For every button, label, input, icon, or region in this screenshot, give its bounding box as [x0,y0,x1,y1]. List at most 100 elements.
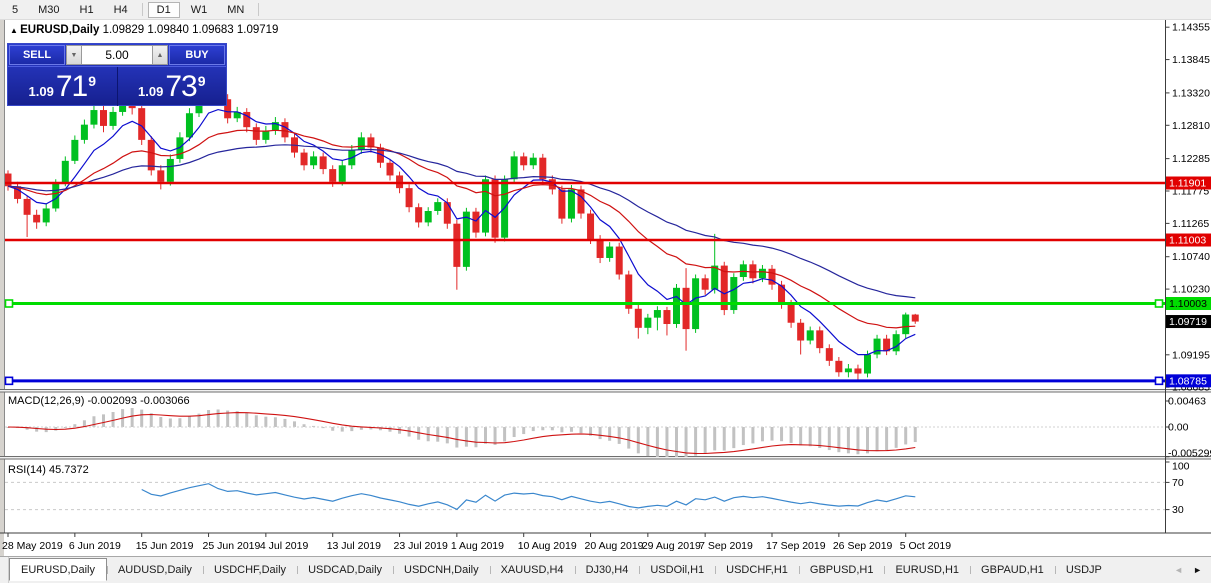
hline-handle[interactable] [6,300,13,307]
candle-body [310,156,317,165]
candle-body [587,214,594,239]
buy-price-pips: 73 [165,70,196,104]
date-tick-label: 15 Jun 2019 [136,540,194,552]
macd-bar [694,427,697,456]
tab-scroll-controls: ◄ ► [1169,565,1211,575]
toolbar-separator [142,3,143,16]
tab-gbpaud-h1[interactable]: GBPAUD,H1 [970,560,1055,580]
date-tick-label: 1 Aug 2019 [451,540,504,552]
macd-bar [704,427,707,454]
macd-bar [159,417,162,427]
macd-bar [92,416,95,427]
macd-bar [245,413,248,427]
price-tick-label: 1.12285 [1172,153,1210,165]
tab-usdjpy[interactable]: USDJP [1055,560,1113,580]
candle-body [110,112,117,126]
macd-bar [837,427,840,452]
candle-body [835,361,842,372]
candle-body [157,170,164,181]
candle-body [453,224,460,267]
buy-price-display[interactable]: 1.09 73 9 [117,67,227,106]
price-tick-label: 1.13320 [1172,87,1210,99]
tab-bar-grip [0,557,9,583]
timeframe-button-m30[interactable]: M30 [29,2,68,18]
candle-body [759,269,766,279]
candle-body [320,156,327,169]
volume-increase-button[interactable]: ▲ [152,45,168,65]
sell-price-pips: 71 [56,70,87,104]
tab-usdcnh-daily[interactable]: USDCNH,Daily [393,560,490,580]
macd-bar [465,427,468,447]
tab-eurusd-h1[interactable]: EURUSD,H1 [884,560,970,580]
trading-terminal: 5 M30 H1 H4 D1 W1 MN MACD(12,26,9) -0.00… [0,0,1211,583]
candle-body [415,207,422,222]
hline-handle[interactable] [6,377,13,384]
candle-body [807,330,814,340]
macd-bar [474,427,477,447]
timeframe-button-h4[interactable]: H4 [105,2,137,18]
sell-button[interactable]: SELL [9,45,65,65]
rsi-tick-label: 70 [1172,477,1184,489]
macd-bar [780,427,783,441]
timeframe-button-mn[interactable]: MN [218,2,253,18]
macd-bar [169,418,172,427]
date-tick-label: 17 Sep 2019 [766,540,826,552]
hline-handle[interactable] [1156,377,1163,384]
volume-decrease-button[interactable]: ▼ [66,45,82,65]
candle-body [387,163,394,176]
candle-body [530,158,537,166]
candle-body [673,288,680,324]
tab-usdoil-h1[interactable]: USDOil,H1 [639,560,715,580]
tab-scroll-right-icon[interactable]: ► [1188,565,1207,575]
macd-bar [866,427,869,453]
macd-bar [150,413,153,427]
candle-body [711,266,718,290]
timeframe-button-m5[interactable]: 5 [3,2,27,18]
macd-bar [570,427,573,432]
timeframe-button-d1[interactable]: D1 [148,2,180,18]
candle-body [597,239,604,258]
candle-body [511,156,518,179]
macd-bar [627,427,630,449]
tab-dj30-h4[interactable]: DJ30,H4 [575,560,640,580]
candle-body [568,189,575,218]
tab-xauusd-h4[interactable]: XAUUSD,H4 [490,560,575,580]
hline-handle[interactable] [1156,300,1163,307]
date-tick-label: 6 Jun 2019 [69,540,121,552]
tab-usdcad-daily[interactable]: USDCAD,Daily [297,560,393,580]
macd-bar [484,427,487,444]
tab-eurusd-daily[interactable]: EURUSD,Daily [9,558,107,581]
timeframe-button-h1[interactable]: H1 [71,2,103,18]
current-price-badge-label: 1.09719 [1169,316,1207,328]
candle-body [864,354,871,373]
date-tick-label: 25 Jun 2019 [203,540,261,552]
tab-usdchf-daily[interactable]: USDCHF,Daily [203,560,297,580]
tab-scroll-left-icon[interactable]: ◄ [1169,565,1188,575]
tab-audusd-daily[interactable]: AUDUSD,Daily [107,560,203,580]
date-tick-label: 20 Aug 2019 [585,540,644,552]
rsi-tick-label: 100 [1172,461,1190,473]
macd-bar [895,427,898,448]
candle-body [33,215,40,223]
macd-bar [188,416,191,427]
candle-body [24,199,31,215]
volume-input[interactable]: 5.00 [82,45,152,65]
buy-button[interactable]: BUY [169,45,225,65]
date-tick-label: 13 Jul 2019 [327,540,381,552]
chart-title-ohlc: ▲ EURUSD,Daily 1.09829 1.09840 1.09683 1… [10,24,278,36]
tab-usdchf-h1[interactable]: USDCHF,H1 [715,560,799,580]
sell-price-display[interactable]: 1.09 71 9 [8,67,117,106]
macd-bar [904,427,907,444]
macd-bar [599,427,602,439]
candle-body [5,174,12,187]
hline-badge-label: 1.11003 [1169,235,1206,247]
timeframe-button-w1[interactable]: W1 [182,2,217,18]
tab-gbpusd-h1[interactable]: GBPUSD,H1 [799,560,885,580]
macd-bar [560,427,563,432]
date-tick-label: 23 Jul 2019 [394,540,448,552]
macd-bar [54,427,57,431]
macd-bar [131,408,134,427]
macd-bar [799,427,802,445]
macd-bar [723,427,726,451]
candle-body [71,140,78,161]
